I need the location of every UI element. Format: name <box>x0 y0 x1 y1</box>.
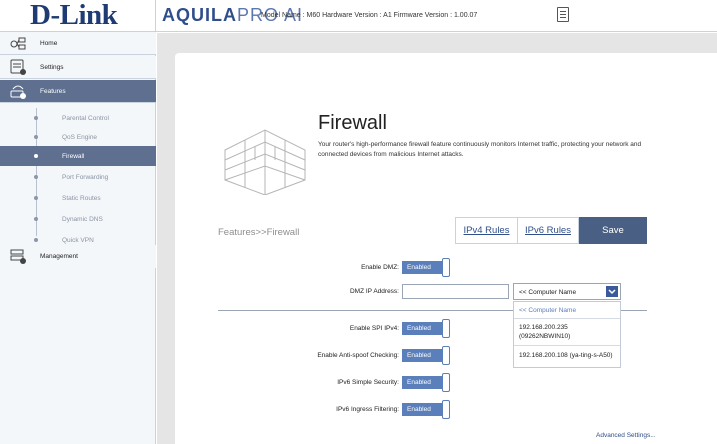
top-bar: AQUILAPRO AI Model Name : M60 Hardware V… <box>156 0 717 32</box>
toggle-knob <box>442 319 450 338</box>
toggle-knob <box>442 400 450 419</box>
spi-ipv4-toggle[interactable]: Enabled <box>402 319 450 338</box>
sidebar-subitem-label: Port Forwarding <box>62 174 109 181</box>
ipv6-ingress-filtering-label: IPv6 Ingress Filtering: <box>336 406 399 413</box>
management-icon <box>10 249 26 264</box>
features-icon <box>10 85 26 99</box>
dmz-ip-label: DMZ IP Address: <box>349 288 399 295</box>
tab-ipv4-rules[interactable]: IPv4 Rules <box>455 217 518 244</box>
page-title: Firewall <box>318 112 387 134</box>
spi-ipv4-label: Enable SPI IPv4: <box>349 325 399 332</box>
ipv6-simple-security-toggle[interactable]: Enabled <box>402 373 450 392</box>
sidebar-item-features[interactable]: Features <box>0 80 156 103</box>
dropdown-option[interactable]: << Computer Name <box>514 306 620 315</box>
sidebar-subitem-firewall[interactable]: Firewall <box>0 146 156 166</box>
tab-label: IPv4 Rules <box>463 225 510 236</box>
computer-name-dropdown: << Computer Name 192.168.200.235 (09262N… <box>513 301 621 368</box>
tab-ipv6-rules[interactable]: IPv6 Rules <box>518 217 579 244</box>
sidebar-subitem-static-routes[interactable]: Static Routes <box>0 188 156 208</box>
dropdown-option[interactable]: 192.168.200.235 (09262NBWIN10) <box>514 323 614 341</box>
toggle-state: Enabled <box>402 261 442 274</box>
toggle-knob <box>442 258 450 277</box>
sidebar-item-home[interactable]: Home <box>0 32 156 55</box>
toggle-state: Enabled <box>402 349 442 362</box>
page-description: Your router's high-performance firewall … <box>318 141 642 158</box>
logo-area: D-Link <box>0 0 156 32</box>
home-network-icon <box>10 37 26 50</box>
toggle-state: Enabled <box>402 403 442 416</box>
dropdown-separator <box>514 345 620 346</box>
bullet-dot <box>34 238 38 242</box>
select-value: << Computer Name <box>519 289 577 296</box>
sidebar: Home Settings Features Parental Control <box>0 32 156 444</box>
ipv6-simple-security-label: IPv6 Simple Security: <box>337 379 399 386</box>
breadcrumb: Features>>Firewall <box>218 227 300 238</box>
sidebar-subitem-port-forwarding[interactable]: Port Forwarding <box>0 167 156 187</box>
tab-label: IPv6 Rules <box>525 225 571 236</box>
sidebar-item-label: Home <box>40 40 58 47</box>
enable-dmz-label: Enable DMZ: <box>361 264 399 271</box>
computer-name-select[interactable]: << Computer Name <box>513 283 621 300</box>
chevron-down-icon[interactable] <box>606 286 618 297</box>
sidebar-subitem-label: Firewall <box>62 153 85 160</box>
bullet-dot <box>34 116 38 120</box>
anti-spoof-label: Enable Anti-spoof Checking: <box>317 352 399 359</box>
sidebar-item-settings[interactable]: Settings <box>0 56 156 79</box>
settings-icon <box>10 59 26 75</box>
model-info: Model Name : M60 Hardware Version : A1 F… <box>261 12 478 19</box>
sidebar-item-label: Management <box>40 253 78 260</box>
sidebar-item-label: Settings <box>40 64 64 71</box>
toggle-state: Enabled <box>402 322 442 335</box>
advanced-settings-link[interactable]: Advanced Settings... <box>596 431 656 440</box>
anti-spoof-toggle[interactable]: Enabled <box>402 346 450 365</box>
firewall-wall-icon <box>224 129 306 195</box>
dlink-logo[interactable]: D-Link <box>30 0 118 31</box>
sidebar-subitem-label: Parental Control <box>62 115 109 122</box>
sidebar-subitem-label: Quick VPN <box>62 237 94 244</box>
sidebar-subitem-qos-engine[interactable]: QoS Engine <box>0 127 156 147</box>
toggle-knob <box>442 346 450 365</box>
sidebar-subitem-dynamic-dns[interactable]: Dynamic DNS <box>0 209 156 229</box>
save-button[interactable]: Save <box>579 217 647 244</box>
toggle-knob <box>442 373 450 392</box>
dropdown-separator <box>514 318 620 319</box>
brand-bold: AQUILA <box>162 5 237 25</box>
sidebar-subitem-label: Dynamic DNS <box>62 216 103 223</box>
bullet-dot <box>34 217 38 221</box>
toggle-state: Enabled <box>402 376 442 389</box>
bullet-dot <box>34 135 38 139</box>
bullet-dot <box>34 196 38 200</box>
dmz-ip-input[interactable] <box>402 284 509 299</box>
ipv6-ingress-filtering-toggle[interactable]: Enabled <box>402 400 450 419</box>
sidebar-subitem-parental-control[interactable]: Parental Control <box>0 108 156 128</box>
sidebar-item-label: Features <box>40 88 66 95</box>
sidebar-subitem-label: Static Routes <box>62 195 101 202</box>
sidebar-item-management[interactable]: Management <box>0 245 156 268</box>
enable-dmz-toggle[interactable]: Enabled <box>402 258 450 277</box>
document-icon[interactable] <box>557 7 569 22</box>
bullet-dot <box>34 175 38 179</box>
bullet-dot <box>34 154 38 158</box>
sidebar-subitem-label: QoS Engine <box>62 134 98 141</box>
dropdown-option[interactable]: 192.168.200.108 (ya-ting-s-A50) <box>514 351 620 360</box>
router-admin-page: D-Link AQUILAPRO AI Model Name : M60 Har… <box>0 0 717 444</box>
